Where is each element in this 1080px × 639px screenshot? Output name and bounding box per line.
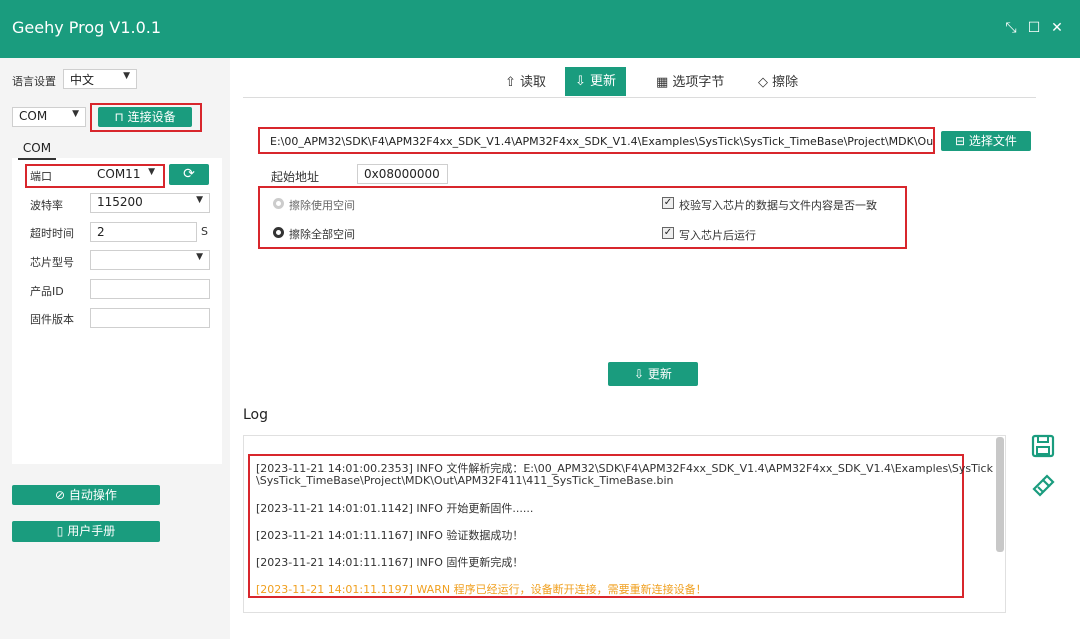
log-title: Log: [243, 407, 269, 423]
tab-read[interactable]: ⇧ 读取: [505, 70, 546, 98]
grid-icon: ▦: [656, 75, 673, 90]
highlight-options: [258, 186, 907, 249]
start-address-label: 起始地址: [271, 170, 320, 184]
update-button[interactable]: ⇩ 更新: [608, 362, 698, 386]
auto-operation-label: 自动操作: [68, 488, 117, 502]
tab-erase-label: 擦除: [772, 75, 799, 90]
run-after-checkbox[interactable]: ✓: [662, 227, 674, 239]
log-line: [2023-11-21 14:01:11.1167] INFO 固件更新完成！: [256, 556, 524, 569]
language-label: 语言设置: [12, 75, 56, 88]
tab-read-label: 读取: [520, 75, 547, 90]
shrink-window-icon[interactable]: ⤡: [1002, 20, 1020, 36]
book-icon: ▯: [56, 524, 68, 538]
eraser-icon: ◇: [758, 75, 773, 90]
update-button-label: 更新: [647, 367, 672, 381]
select-file-label: 选择文件: [968, 134, 1017, 148]
log-line: [2023-11-21 14:01:01.1142] INFO 开始更新固件..…: [256, 502, 534, 515]
auto-icon: ⊘: [55, 488, 69, 502]
highlight-port: [25, 164, 165, 188]
language-value: 中文: [70, 73, 95, 87]
chevron-down-icon: ▼: [196, 252, 203, 262]
chip-select[interactable]: ▼: [90, 250, 210, 270]
chevron-down-icon: ▼: [72, 109, 79, 119]
select-file-button[interactable]: ⊟ 选择文件: [941, 131, 1031, 151]
upload-icon: ⇧: [505, 75, 521, 90]
save-log-icon[interactable]: [1031, 434, 1055, 458]
refresh-ports-button[interactable]: ⟳: [169, 164, 209, 185]
erase-used-radio[interactable]: [273, 198, 284, 209]
erase-used-label: 擦除使用空间: [289, 199, 355, 212]
close-icon[interactable]: ✕: [1048, 20, 1066, 36]
timeout-unit: S: [201, 225, 208, 238]
log-line: \SysTick_TimeBase\Project\MDK\Out\APM32F…: [256, 474, 674, 487]
chevron-down-icon: ▼: [196, 195, 203, 205]
user-manual-button[interactable]: ▯ 用户手册: [12, 521, 160, 542]
user-manual-label: 用户手册: [67, 524, 116, 538]
firmware-field: [90, 308, 210, 328]
chevron-down-icon: ▼: [123, 71, 130, 81]
product-id-label: 产品ID: [30, 285, 64, 298]
verify-checkbox[interactable]: ✓: [662, 197, 674, 209]
baud-label: 波特率: [30, 199, 63, 212]
file-icon: ⊟: [955, 134, 969, 148]
log-scrollbar[interactable]: [996, 437, 1004, 552]
file-path-value: E:\00_APM32\SDK\F4\APM32F4xx_SDK_V1.4\AP…: [270, 135, 935, 148]
app-title: Geehy Prog V1.0.1: [12, 18, 162, 37]
product-id-field: [90, 279, 210, 299]
clear-log-icon[interactable]: [1030, 472, 1056, 498]
download-icon: ⇩: [575, 74, 591, 89]
download-icon: ⇩: [634, 367, 648, 381]
maximize-icon[interactable]: ☐: [1025, 20, 1043, 36]
language-select[interactable]: 中文 ▼: [63, 69, 137, 89]
tab-option-bytes-label: 选项字节: [672, 75, 725, 90]
verify-label: 校验写入芯片的数据与文件内容是否一致: [679, 199, 877, 212]
title-bar: Geehy Prog V1.0.1 ⤡ ☐ ✕: [0, 0, 1080, 58]
firmware-label: 固件版本: [30, 313, 74, 326]
baud-value: 115200: [97, 195, 143, 209]
tab-erase[interactable]: ◇ 擦除: [758, 70, 798, 98]
auto-operation-button[interactable]: ⊘ 自动操作: [12, 485, 160, 505]
timeout-label: 超时时间: [30, 227, 74, 240]
run-after-label: 写入芯片后运行: [679, 229, 756, 242]
erase-all-radio[interactable]: [273, 227, 284, 238]
interface-value: COM: [19, 109, 48, 123]
tab-update[interactable]: ⇩ 更新: [565, 67, 627, 96]
log-line-warn: [2023-11-21 14:01:11.1197] WARN 程序已经运行，设…: [256, 583, 707, 596]
tab-update-label: 更新: [590, 74, 617, 89]
log-line: [2023-11-21 14:01:11.1167] INFO 验证数据成功！: [256, 529, 524, 542]
baud-select[interactable]: 115200 ▼: [90, 193, 210, 213]
tab-option-bytes[interactable]: ▦ 选项字节: [656, 70, 724, 98]
file-path-input[interactable]: E:\00_APM32\SDK\F4\APM32F4xx_SDK_V1.4\AP…: [258, 127, 935, 154]
chip-label: 芯片型号: [30, 256, 74, 269]
erase-all-label: 擦除全部空间: [289, 228, 355, 241]
interface-select[interactable]: COM ▼: [12, 107, 86, 127]
tab-com[interactable]: COM: [18, 141, 56, 160]
start-address-input[interactable]: 0x08000000: [357, 164, 448, 184]
highlight-connect: [90, 103, 202, 132]
tab-divider: [243, 97, 1036, 98]
refresh-icon: ⟳: [183, 166, 195, 182]
timeout-input[interactable]: 2: [90, 222, 197, 242]
